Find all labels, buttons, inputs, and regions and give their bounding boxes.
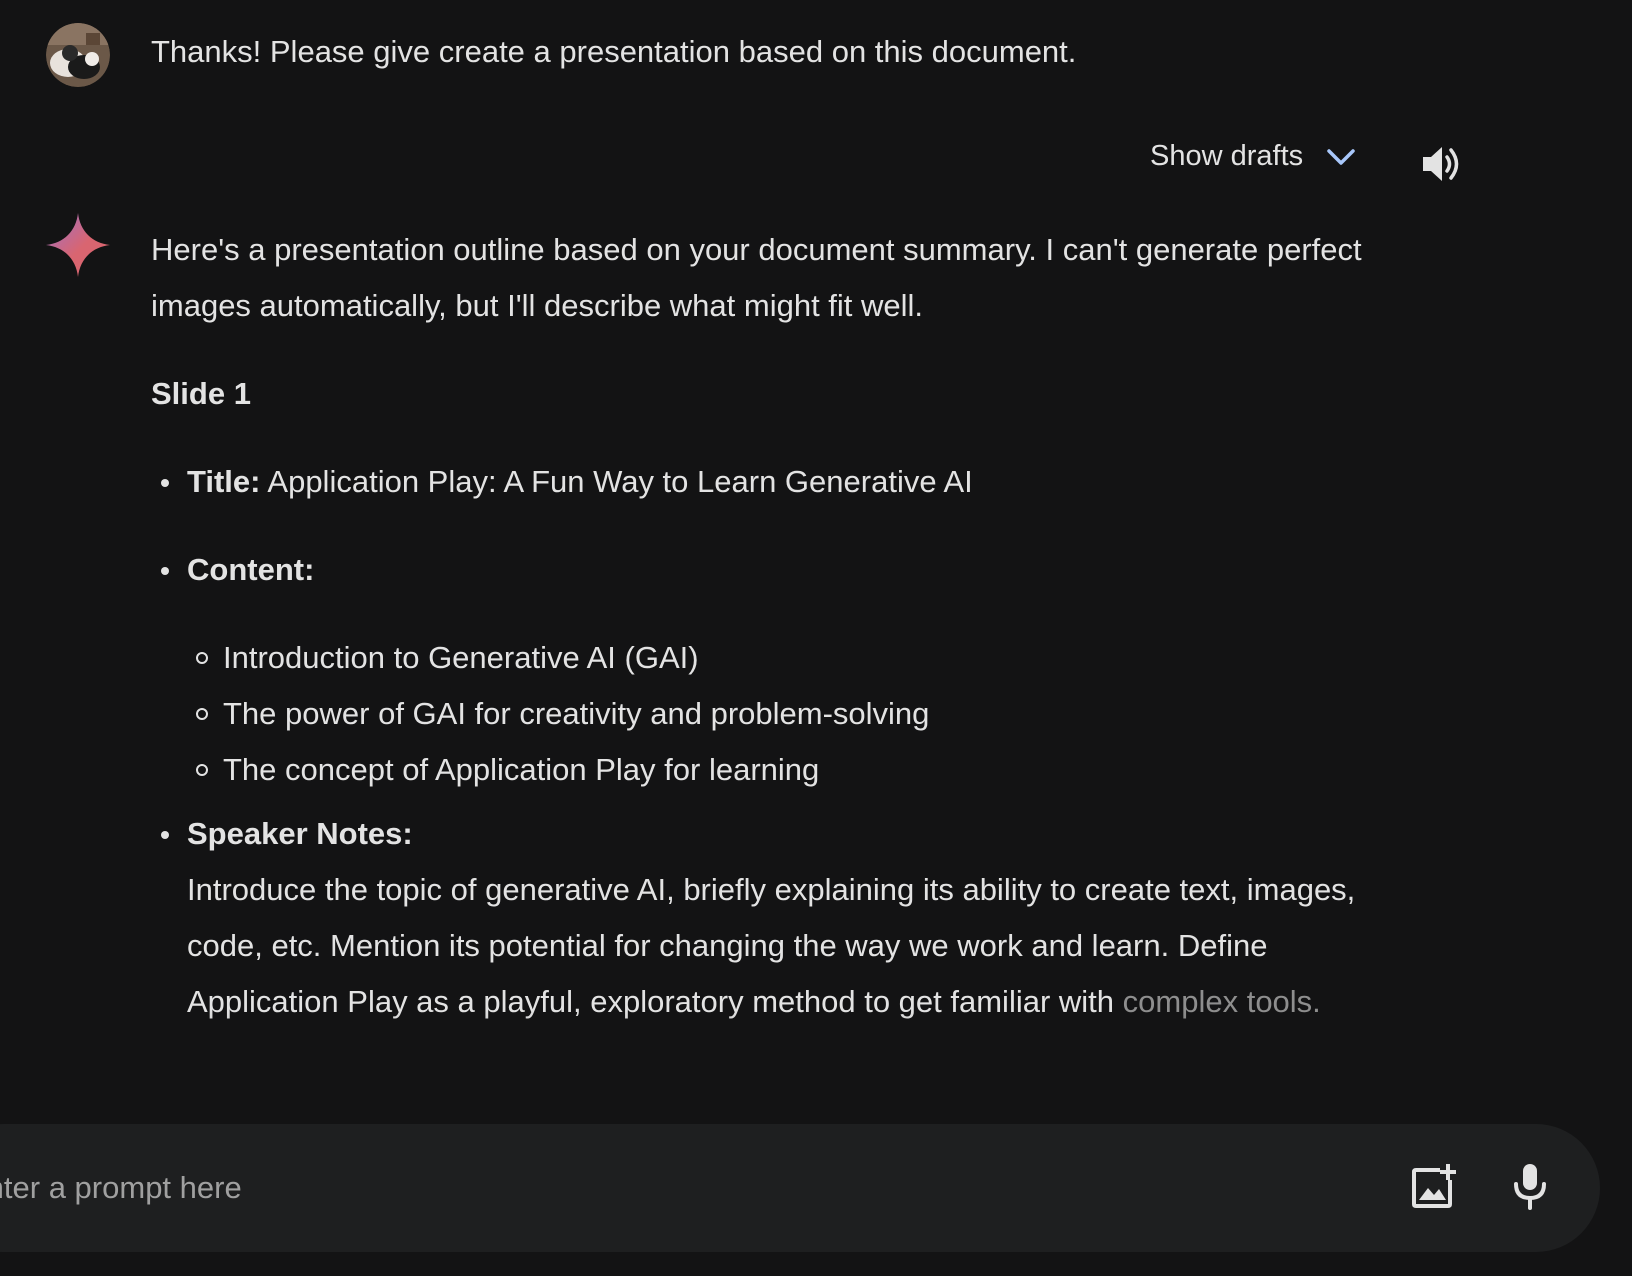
title-label: Title: xyxy=(187,464,261,499)
slide-heading: Slide 1 xyxy=(151,376,251,411)
show-drafts-label: Show drafts xyxy=(1150,140,1304,172)
list-item-speaker-notes: Speaker Notes: Introduce the topic of ge… xyxy=(151,806,1381,1030)
prompt-input[interactable] xyxy=(0,1158,1300,1218)
response-intro: Here's a presentation outline based on y… xyxy=(151,232,1362,323)
chevron-down-icon xyxy=(1327,148,1355,165)
microphone-icon[interactable] xyxy=(1512,1162,1548,1210)
list-item: Introduction to Generative AI (GAI) xyxy=(187,630,1381,686)
content-sublist: Introduction to Generative AI (GAI) The … xyxy=(187,630,1381,798)
add-image-icon[interactable] xyxy=(1410,1164,1456,1210)
list-item: The concept of Application Play for lear… xyxy=(187,742,1381,798)
gemini-spark-icon xyxy=(46,213,110,277)
assistant-response: Here's a presentation outline based on y… xyxy=(151,222,1381,1030)
speaker-notes-text: Introduce the topic of generative AI, br… xyxy=(187,862,1381,1030)
avatar[interactable] xyxy=(46,23,110,87)
speaker-notes-tail: complex tools. xyxy=(1122,984,1321,1019)
speaker-notes-label: Speaker Notes: xyxy=(187,816,413,851)
list-item: The power of GAI for creativity and prob… xyxy=(187,686,1381,742)
chat-page: Thanks! Please give create a presentatio… xyxy=(0,0,1632,1276)
list-item-content: Content: Introduction to Generative AI (… xyxy=(151,542,1381,798)
list-item-title: Title: Application Play: A Fun Way to Le… xyxy=(151,454,1381,510)
content-label: Content: xyxy=(187,552,315,587)
speaker-icon[interactable] xyxy=(1420,142,1464,186)
title-value: Application Play: A Fun Way to Learn Gen… xyxy=(260,464,973,499)
user-message: Thanks! Please give create a presentatio… xyxy=(151,34,1077,69)
slide-outline-list: Title: Application Play: A Fun Way to Le… xyxy=(151,454,1381,1030)
show-drafts-button[interactable]: Show drafts xyxy=(1150,140,1357,173)
